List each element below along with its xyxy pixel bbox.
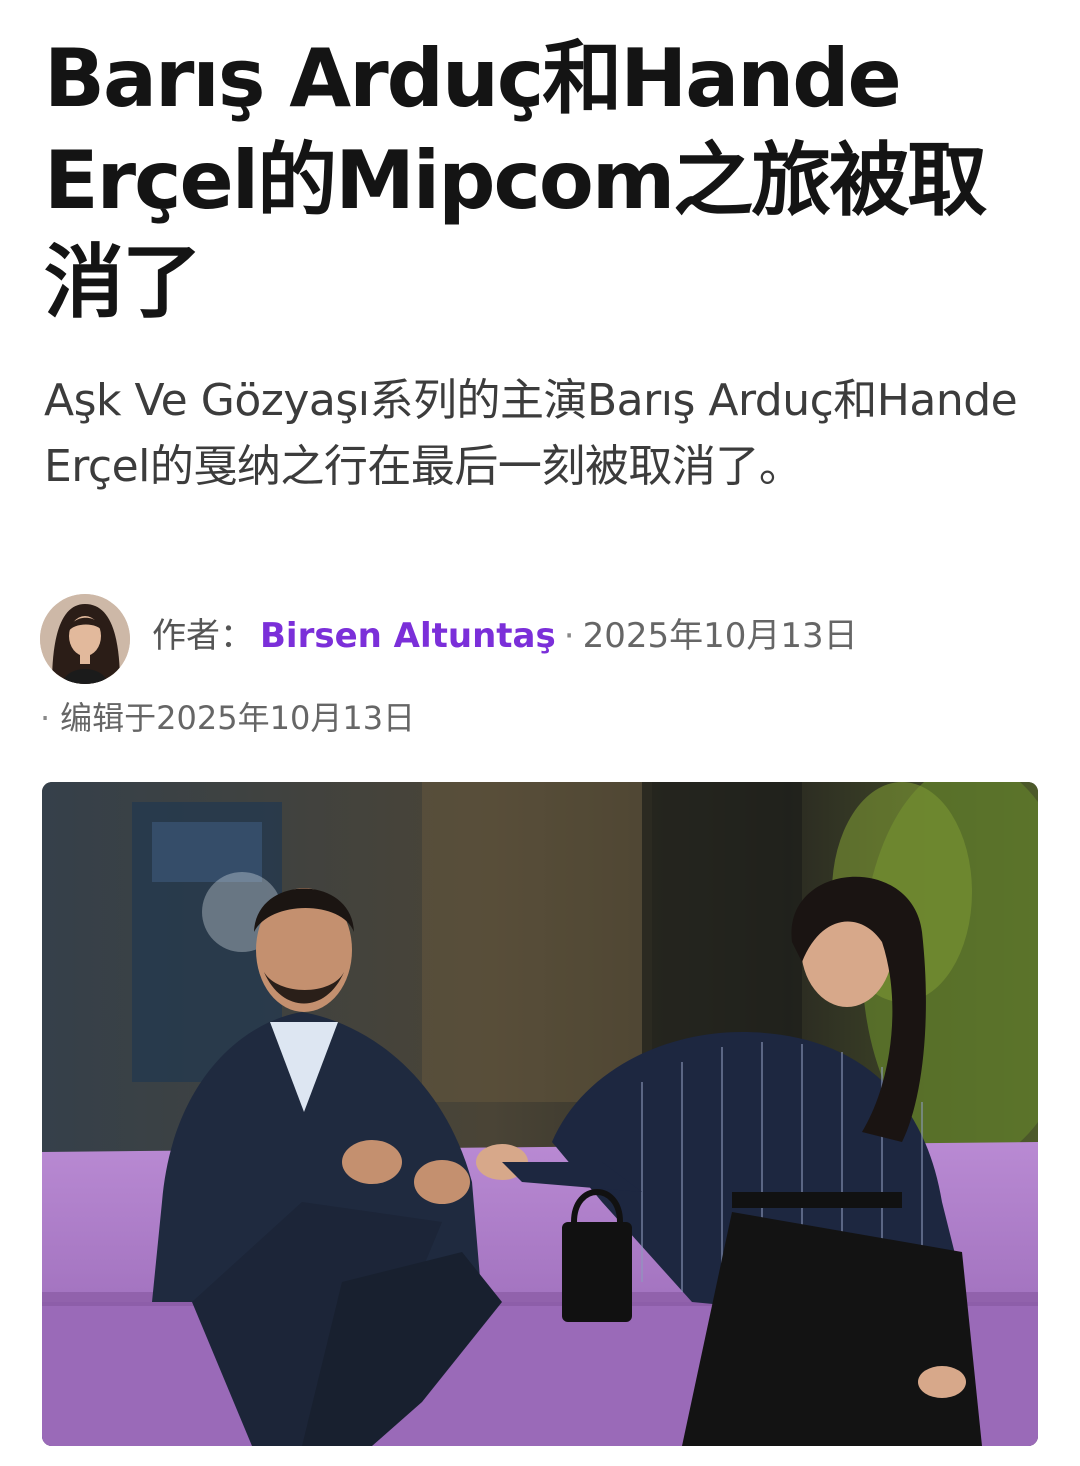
edited-date: 编辑于2025年10月13日	[60, 699, 416, 737]
byline-text: 作者： Birsen Altuntaş · 2025年10月13日	[152, 614, 858, 658]
publish-date: 2025年10月13日	[582, 616, 858, 656]
article-dek: Aşk Ve Gözyaşı系列的主演Barış Arduç和Hande Erç…	[44, 375, 1018, 492]
edited-line: · 编辑于2025年10月13日	[40, 696, 415, 740]
article-photo[interactable]	[42, 782, 1038, 1446]
edited-separator: ·	[40, 699, 51, 737]
author-link[interactable]: Birsen Altuntaş	[260, 616, 556, 656]
byline: 作者： Birsen Altuntaş · 2025年10月13日	[40, 594, 1040, 684]
byline-separator: ·	[563, 616, 575, 656]
article: Barış Arduç和Hande Erçel的Mipcom之旅被取消了 Aşk…	[0, 0, 1080, 1466]
author-avatar[interactable]	[40, 594, 130, 684]
byline-label: 作者：	[152, 616, 254, 656]
article-headline: Barış Arduç和Hande Erçel的Mipcom之旅被取消了	[44, 32, 987, 329]
